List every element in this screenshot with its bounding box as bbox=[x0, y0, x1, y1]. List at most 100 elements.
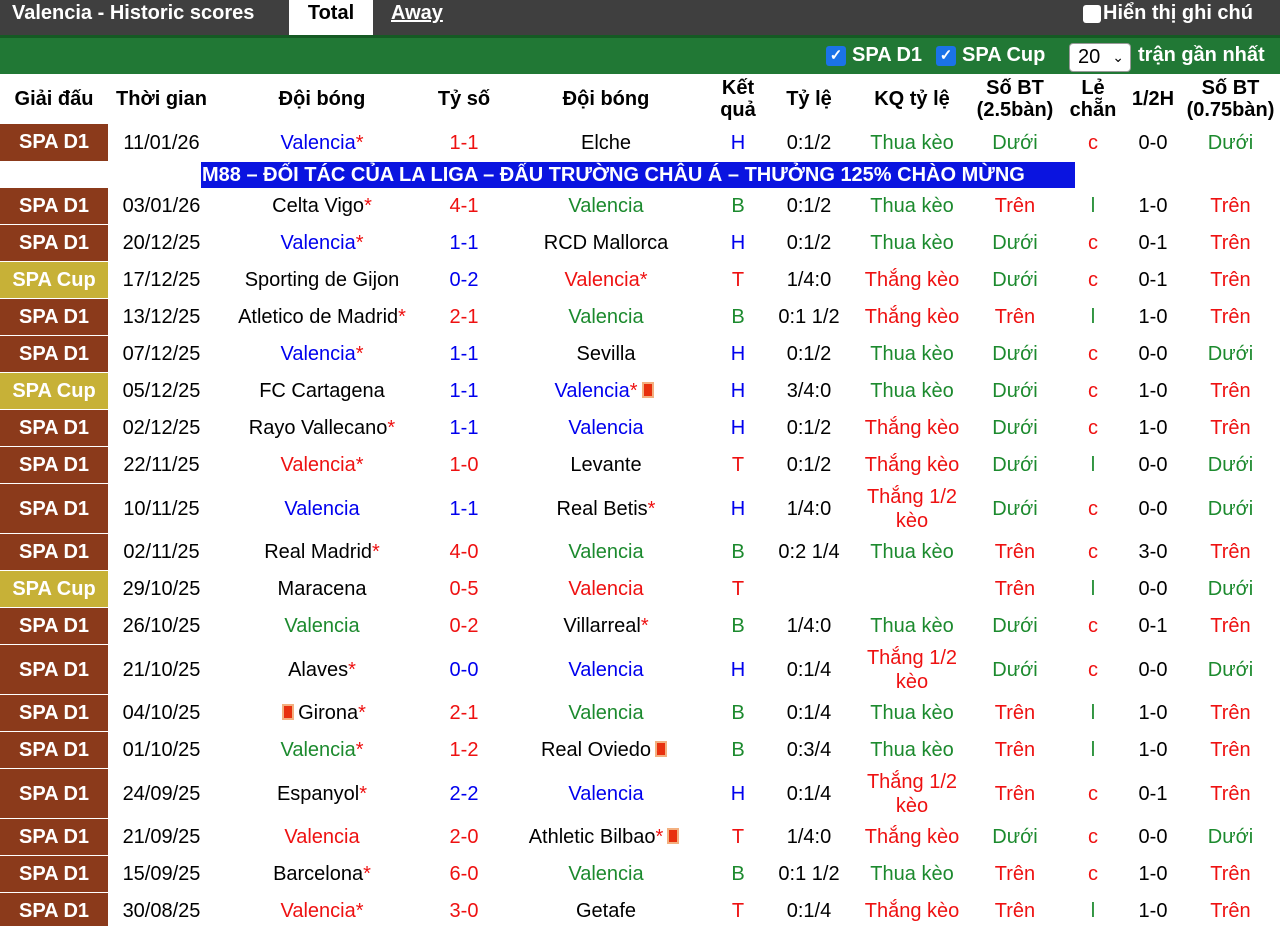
match-score[interactable]: 0-2 bbox=[450, 269, 479, 291]
home-team-cell[interactable]: Valencia* bbox=[215, 446, 429, 484]
col-date[interactable]: Thời gian bbox=[108, 74, 215, 124]
match-score-cell[interactable]: 1-2 bbox=[429, 731, 499, 769]
col-odds[interactable]: Tỷ lệ bbox=[763, 74, 855, 124]
tab-away[interactable]: Away bbox=[391, 2, 443, 25]
table-row[interactable]: SPA D1 04/10/25 Girona* 2-1 Valencia B 0:1/4 Th… bbox=[0, 694, 1280, 732]
match-score-cell[interactable]: 1-1 bbox=[429, 372, 499, 410]
match-score[interactable]: 1-2 bbox=[450, 739, 479, 761]
league-badge[interactable]: SPA Cup bbox=[0, 261, 108, 299]
home-team[interactable]: Valencia bbox=[280, 232, 355, 254]
away-team[interactable]: Elche bbox=[581, 132, 631, 154]
check-icon[interactable]: ✓ bbox=[936, 45, 956, 66]
away-team[interactable]: Valencia bbox=[564, 269, 639, 291]
match-score[interactable]: 2-1 bbox=[450, 306, 479, 328]
match-score-cell[interactable]: 1-1 bbox=[429, 224, 499, 262]
table-row[interactable]: SPA D1 22/11/25 Valencia* 1-0 Levante T 0:1/2 T… bbox=[0, 446, 1280, 484]
league-badge[interactable]: SPA Cup bbox=[0, 570, 108, 608]
league-badge[interactable]: SPA D1 bbox=[0, 483, 108, 534]
away-team[interactable]: Sevilla bbox=[577, 343, 636, 365]
match-score[interactable]: 0-0 bbox=[450, 659, 479, 681]
away-team[interactable]: Valencia bbox=[568, 863, 643, 885]
home-team-cell[interactable]: Valencia bbox=[215, 607, 429, 645]
away-team-cell[interactable]: Real Oviedo bbox=[499, 731, 713, 769]
home-team-cell[interactable]: Valencia* bbox=[215, 335, 429, 373]
check-icon[interactable]: ✓ bbox=[826, 45, 846, 66]
match-score-cell[interactable]: 0-5 bbox=[429, 570, 499, 608]
home-team-cell[interactable]: Alaves* bbox=[215, 644, 429, 695]
match-score-cell[interactable]: 4-1 bbox=[429, 187, 499, 225]
away-team[interactable]: Levante bbox=[570, 454, 641, 476]
home-team[interactable]: Valencia bbox=[280, 132, 355, 154]
away-team[interactable]: Valencia bbox=[568, 417, 643, 439]
home-team[interactable]: Valencia bbox=[284, 615, 359, 637]
away-team-cell[interactable]: Valencia bbox=[499, 570, 713, 608]
filter-spa-cup[interactable]: ✓ SPA Cup bbox=[936, 44, 1045, 67]
away-team-cell[interactable]: Levante bbox=[499, 446, 713, 484]
away-team-cell[interactable]: Athletic Bilbao* bbox=[499, 818, 713, 856]
away-team-cell[interactable]: Villarreal* bbox=[499, 607, 713, 645]
home-team-cell[interactable]: Sporting de Gijon bbox=[215, 261, 429, 299]
league-badge[interactable]: SPA D1 bbox=[0, 768, 108, 819]
away-team[interactable]: Real Betis bbox=[557, 498, 648, 520]
table-row[interactable]: SPA D1 02/11/25 Real Madrid* 4-0 Valencia B 0:… bbox=[0, 533, 1280, 571]
table-row[interactable]: SPA D1 24/09/25 Espanyol* 2-2 Valencia H 0:1/4… bbox=[0, 768, 1280, 819]
table-row[interactable]: SPA D1 02/12/25 Rayo Vallecano* 1-1 Valencia… bbox=[0, 409, 1280, 447]
home-team-cell[interactable]: Rayo Vallecano* bbox=[215, 409, 429, 447]
match-score[interactable]: 1-1 bbox=[450, 417, 479, 439]
away-team-cell[interactable]: Valencia bbox=[499, 644, 713, 695]
col-odd-even[interactable]: Lẻ chẵn bbox=[1061, 74, 1125, 124]
home-team[interactable]: Valencia bbox=[280, 900, 355, 922]
away-team-cell[interactable]: Valencia bbox=[499, 187, 713, 225]
home-team[interactable]: Rayo Vallecano bbox=[249, 417, 388, 439]
away-team[interactable]: Valencia bbox=[568, 659, 643, 681]
table-row[interactable]: SPA Cup 17/12/25 Sporting de Gijon 0-2 Valen… bbox=[0, 261, 1280, 299]
col-score[interactable]: Tỷ số bbox=[429, 74, 499, 124]
home-team[interactable]: Espanyol bbox=[277, 783, 359, 805]
away-team-cell[interactable]: Valencia bbox=[499, 533, 713, 571]
match-score-cell[interactable]: 2-1 bbox=[429, 694, 499, 732]
show-notes-checkbox[interactable] bbox=[1083, 4, 1101, 23]
match-score[interactable]: 0-2 bbox=[450, 615, 479, 637]
league-badge[interactable]: SPA D1 bbox=[0, 187, 108, 225]
match-score-cell[interactable]: 1-1 bbox=[429, 483, 499, 534]
away-team[interactable]: Valencia bbox=[554, 380, 629, 402]
home-team[interactable]: Valencia bbox=[284, 498, 359, 520]
away-team-cell[interactable]: Valencia bbox=[499, 694, 713, 732]
table-row[interactable]: SPA D1 30/08/25 Valencia* 3-0 Getafe T 0:1/4 Th… bbox=[0, 892, 1280, 926]
away-team-cell[interactable]: Valencia bbox=[499, 768, 713, 819]
match-score-cell[interactable]: 1-1 bbox=[429, 124, 499, 161]
tab-total[interactable]: Total bbox=[289, 0, 373, 35]
league-badge[interactable]: SPA D1 bbox=[0, 731, 108, 769]
home-team[interactable]: Celta Vigo bbox=[272, 195, 364, 217]
home-team[interactable]: FC Cartagena bbox=[259, 380, 385, 402]
home-team[interactable]: Real Madrid bbox=[264, 541, 372, 563]
home-team-cell[interactable]: FC Cartagena bbox=[215, 372, 429, 410]
away-team-cell[interactable]: Valencia* bbox=[499, 372, 713, 410]
away-team[interactable]: Valencia bbox=[568, 541, 643, 563]
match-score-cell[interactable]: 2-2 bbox=[429, 768, 499, 819]
league-badge[interactable]: SPA D1 bbox=[0, 694, 108, 732]
match-score[interactable]: 1-0 bbox=[450, 454, 479, 476]
match-score[interactable]: 4-1 bbox=[450, 195, 479, 217]
col-result[interactable]: Kết quả bbox=[713, 74, 763, 124]
match-score-cell[interactable]: 6-0 bbox=[429, 855, 499, 893]
table-row[interactable]: SPA D1 11/01/26 Valencia* 1-1 Elche H 0:1/2 Thu… bbox=[0, 124, 1280, 162]
home-team[interactable]: Barcelona bbox=[273, 863, 363, 885]
col-over-under[interactable]: Số BT (2.5bàn) bbox=[969, 74, 1061, 124]
match-score-cell[interactable]: 0-0 bbox=[429, 644, 499, 695]
away-team-cell[interactable]: Elche bbox=[499, 124, 713, 161]
match-score-cell[interactable]: 2-1 bbox=[429, 298, 499, 336]
table-row[interactable]: SPA Cup 05/12/25 FC Cartagena 1-1 Valencia* H… bbox=[0, 372, 1280, 410]
filter-spa-d1[interactable]: ✓ SPA D1 bbox=[826, 44, 922, 67]
table-row[interactable]: SPA Cup 29/10/25 Maracena 0-5 Valencia T Trên l… bbox=[0, 570, 1280, 608]
match-score[interactable]: 2-0 bbox=[450, 826, 479, 848]
away-team-cell[interactable]: Valencia bbox=[499, 855, 713, 893]
league-badge[interactable]: SPA D1 bbox=[0, 298, 108, 336]
league-badge[interactable]: SPA D1 bbox=[0, 892, 108, 926]
home-team[interactable]: Valencia bbox=[280, 454, 355, 476]
match-score[interactable]: 1-1 bbox=[450, 232, 479, 254]
home-team[interactable]: Valencia bbox=[280, 739, 355, 761]
home-team-cell[interactable]: Girona* bbox=[215, 694, 429, 732]
table-row[interactable]: SPA D1 15/09/25 Barcelona* 6-0 Valencia B 0:1 … bbox=[0, 855, 1280, 893]
home-team-cell[interactable]: Valencia bbox=[215, 483, 429, 534]
